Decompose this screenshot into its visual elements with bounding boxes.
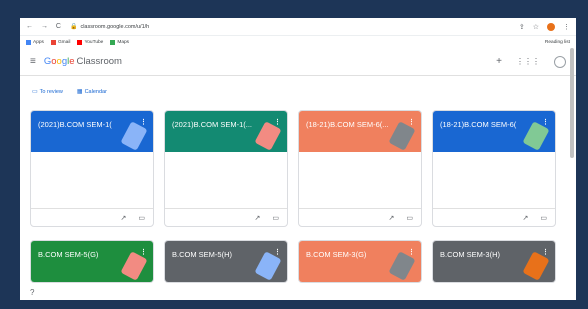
reading-list[interactable]: Reading list (545, 40, 570, 45)
card-more-options-icon[interactable]: ⋮ (140, 118, 147, 126)
google-classroom-logo[interactable]: Google Classroom (44, 56, 122, 67)
classroom-header: ≡ Google Classroom + ⋮⋮⋮ (20, 48, 576, 76)
class-card[interactable]: B.COM SEM-5(H) ⋮ (164, 240, 288, 283)
class-card-title[interactable]: B.COM SEM-5(H) (172, 250, 232, 259)
add-class-icon[interactable]: + (496, 56, 502, 67)
class-card-body (31, 152, 153, 208)
calendar-icon: ▦ (76, 88, 83, 95)
folder-icon[interactable]: ▭ (272, 214, 279, 222)
class-card-title[interactable]: B.COM SEM-5(G) (38, 250, 98, 259)
class-card-footer: ↗ ▭ (31, 208, 153, 226)
class-card-title[interactable]: (18-21)B.COM SEM-6( (440, 120, 516, 129)
card-more-options-icon[interactable]: ⋮ (542, 118, 549, 126)
class-card-banner[interactable]: B.COM SEM-3(G) ⋮ (299, 241, 421, 282)
profile-avatar[interactable] (547, 22, 555, 31)
class-card-banner[interactable]: B.COM SEM-3(H) ⋮ (433, 241, 555, 282)
class-card-body (165, 152, 287, 208)
class-card[interactable]: (18-21)B.COM SEM-6(⋮ ↗ ▭ (432, 110, 556, 227)
class-card-footer: ↗ ▭ (165, 208, 287, 226)
card-more-options-icon[interactable]: ⋮ (542, 248, 549, 256)
bookmark-apps[interactable]: Apps (26, 39, 44, 45)
card-more-options-icon[interactable]: ⋮ (408, 248, 415, 256)
browser-nav-buttons[interactable]: ← → C (26, 23, 64, 30)
address-bar: ← → C 🔒 classroom.google.com/u/1/h ⇪ ☆ ⋮ (20, 18, 576, 36)
google-apps-icon[interactable]: ⋮⋮⋮ (516, 57, 540, 66)
progress-trend-icon[interactable]: ↗ (523, 214, 529, 222)
url-text[interactable]: classroom.google.com/u/1/h (80, 24, 149, 30)
bookmarks-bar: Apps Gmail YouTube Maps Reading list (20, 36, 576, 48)
class-card-title[interactable]: B.COM SEM-3(G) (306, 250, 366, 259)
apps-icon (26, 39, 31, 45)
card-more-options-icon[interactable]: ⋮ (274, 248, 281, 256)
bookmark-maps[interactable]: Maps (110, 39, 129, 45)
class-card-footer: ↗ ▭ (299, 208, 421, 226)
class-card-banner[interactable]: (2021)B.COM SEM-1( ⋮ (31, 111, 153, 152)
class-card[interactable]: (2021)B.COM SEM-1(... ⋮ ↗ ▭ (164, 110, 288, 227)
account-avatar[interactable] (554, 55, 566, 68)
class-card-title[interactable]: (2021)B.COM SEM-1( (38, 120, 112, 129)
to-review-link[interactable]: ▭ To review (32, 88, 63, 95)
class-card-banner[interactable]: B.COM SEM-5(G) ⋮ (31, 241, 153, 282)
class-card[interactable]: B.COM SEM-3(G) ⋮ (298, 240, 422, 283)
class-card-title[interactable]: B.COM SEM-3(H) (440, 250, 500, 259)
more-icon[interactable]: ⋮ (563, 23, 570, 31)
class-card[interactable]: B.COM SEM-3(H) ⋮ (432, 240, 556, 283)
class-card[interactable]: B.COM SEM-5(G) ⋮ (30, 240, 154, 283)
calendar-link[interactable]: ▦ Calendar (77, 88, 107, 95)
maps-icon (110, 39, 116, 45)
card-more-options-icon[interactable]: ⋮ (408, 118, 415, 126)
gmail-icon (50, 39, 56, 45)
class-card[interactable]: (18-21)B.COM SEM-6(... ⋮ ↗ ▭ (298, 110, 422, 227)
bookmark-youtube[interactable]: YouTube (77, 39, 103, 45)
class-card-body (299, 152, 421, 208)
star-icon[interactable]: ☆ (533, 23, 539, 31)
folder-icon[interactable]: ▭ (406, 214, 413, 222)
progress-trend-icon[interactable]: ↗ (255, 214, 261, 222)
lock-icon: 🔒 (69, 24, 78, 30)
class-card-title[interactable]: (2021)B.COM SEM-1(... (172, 120, 252, 129)
class-card-title[interactable]: (18-21)B.COM SEM-6(... (306, 120, 389, 129)
class-card[interactable]: (2021)B.COM SEM-1(⋮ ↗ ▭ (30, 110, 154, 227)
class-card-banner[interactable]: B.COM SEM-5(H) ⋮ (165, 241, 287, 282)
folder-icon[interactable]: ▭ (540, 214, 547, 222)
class-card-banner[interactable]: (18-21)B.COM SEM-6(... ⋮ (299, 111, 421, 152)
classroom-subnav: ▭ To review ▦ Calendar (20, 76, 576, 106)
progress-trend-icon[interactable]: ↗ (389, 214, 395, 222)
card-more-options-icon[interactable]: ⋮ (140, 248, 147, 256)
class-card-body (433, 152, 555, 208)
scrollbar[interactable] (570, 48, 574, 158)
class-card-footer: ↗ ▭ (433, 208, 555, 226)
inbox-icon: ▭ (32, 88, 38, 95)
class-card-banner[interactable]: (2021)B.COM SEM-1(... ⋮ (165, 111, 287, 152)
help-icon[interactable]: ? (30, 288, 34, 297)
bookmark-gmail[interactable]: Gmail (50, 39, 70, 45)
youtube-icon (77, 39, 83, 45)
card-more-options-icon[interactable]: ⋮ (274, 118, 281, 126)
browser-window: ← → C 🔒 classroom.google.com/u/1/h ⇪ ☆ ⋮… (20, 18, 576, 300)
hamburger-menu-icon[interactable]: ≡ (30, 56, 36, 67)
progress-trend-icon[interactable]: ↗ (121, 214, 127, 222)
folder-icon[interactable]: ▭ (138, 214, 145, 222)
class-card-banner[interactable]: (18-21)B.COM SEM-6( ⋮ (433, 111, 555, 152)
share-icon[interactable]: ⇪ (519, 23, 525, 31)
